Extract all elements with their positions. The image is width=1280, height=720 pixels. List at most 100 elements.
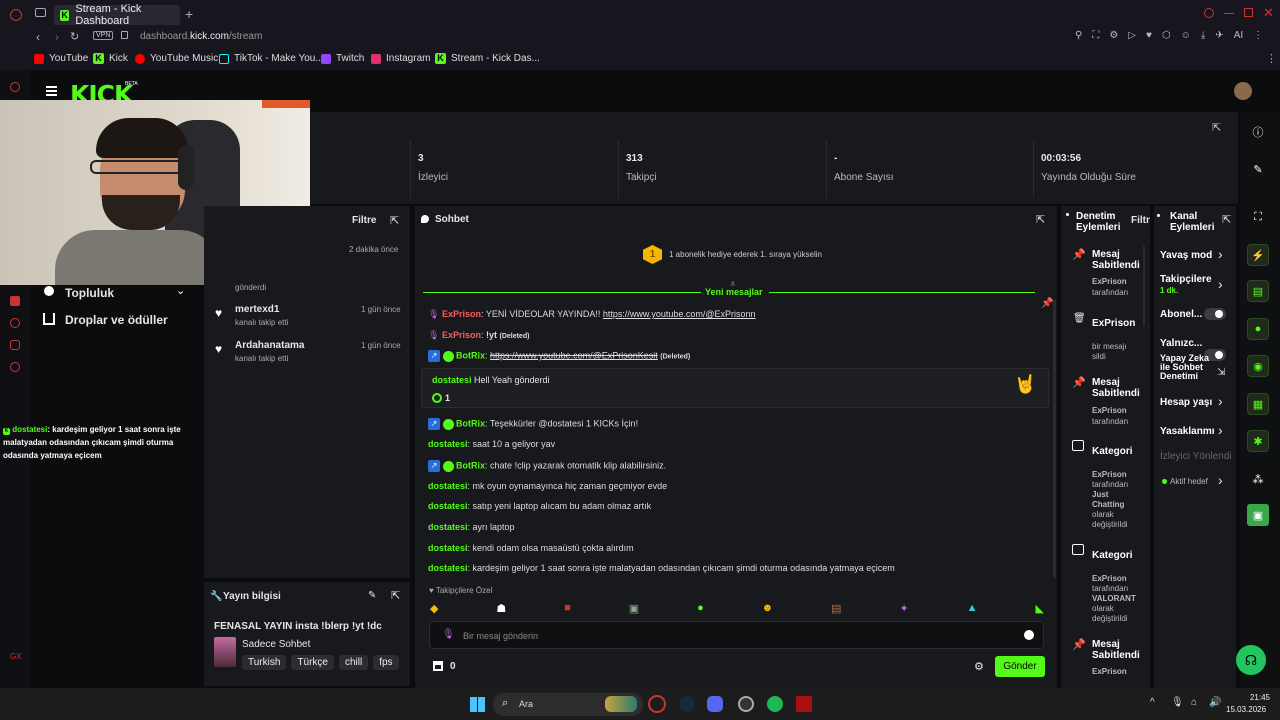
- subscribers-only-label[interactable]: Abonel...: [1160, 309, 1202, 320]
- mod-filter-button[interactable]: Filtre: [1131, 215, 1150, 226]
- activity-filter-button[interactable]: Filtre: [352, 215, 376, 226]
- broadcast-icon[interactable]: ◉: [1247, 355, 1269, 377]
- support-headset-icon[interactable]: ☊: [1236, 645, 1266, 675]
- emote-icon[interactable]: ●: [697, 602, 704, 614]
- aria-sidebar-icon[interactable]: [10, 82, 20, 92]
- edit-pencil-icon[interactable]: ✎: [1247, 158, 1269, 180]
- chat-username[interactable]: dostatesi: [428, 563, 468, 573]
- nav-community[interactable]: Topluluk: [65, 286, 114, 300]
- document-icon[interactable]: ▤: [1247, 280, 1269, 302]
- chat-input-placeholder[interactable]: Bir mesaj gönderin: [463, 631, 538, 641]
- mod-item-user[interactable]: ExPrison: [1092, 470, 1127, 480]
- settings-icon[interactable]: [10, 362, 20, 372]
- emote-icon[interactable]: ◣: [1035, 602, 1043, 615]
- chat-username[interactable]: ExPrison: [442, 330, 481, 340]
- back-icon[interactable]: ‹: [36, 30, 40, 44]
- discord-icon[interactable]: [707, 696, 723, 712]
- tag[interactable]: Turkish: [242, 655, 287, 670]
- tag[interactable]: fps: [373, 655, 399, 670]
- stream-category[interactable]: Sadece Sohbet: [242, 639, 310, 650]
- category-thumbnail[interactable]: [214, 637, 236, 667]
- profile-icon[interactable]: ☺: [1181, 30, 1191, 41]
- maximize-icon[interactable]: [1244, 8, 1253, 17]
- opera-taskbar-icon[interactable]: [648, 695, 666, 713]
- emote-icon[interactable]: ▣: [629, 602, 639, 615]
- emote-icon[interactable]: ■: [564, 602, 571, 614]
- ai-moderation-label[interactable]: Yapay Zeka ile Sohbet Denetimi: [1160, 354, 1210, 381]
- bookmark-youtube[interactable]: YouTube: [34, 53, 88, 64]
- vpn-badge[interactable]: VPN: [93, 31, 114, 40]
- mod-item-user[interactable]: ExPrison: [1092, 667, 1127, 677]
- emoji-icon[interactable]: [1024, 630, 1034, 640]
- bookmark-tiktok[interactable]: TikTok - Make You...: [219, 53, 324, 64]
- pin-icon[interactable]: ⚲: [1075, 30, 1082, 41]
- activity-user[interactable]: mertexd1: [235, 304, 279, 315]
- minimize-icon[interactable]: [1224, 13, 1234, 14]
- tag[interactable]: chill: [338, 655, 369, 670]
- chat-username[interactable]: dostatesi: [428, 543, 468, 553]
- history-icon[interactable]: [10, 318, 20, 328]
- banned-words-label[interactable]: Yasaklanmı: [1160, 426, 1214, 437]
- tray-chevron-icon[interactable]: ^: [1150, 697, 1155, 708]
- clock-date[interactable]: 15.03.2026: [1226, 705, 1266, 714]
- chevron-right-icon[interactable]: ›: [1218, 393, 1223, 409]
- apps-icon[interactable]: ⁂: [1247, 468, 1269, 490]
- emote-icon[interactable]: ☻: [762, 602, 774, 614]
- bookmark-instagram[interactable]: Instagram: [371, 53, 430, 64]
- lightning-icon[interactable]: ⚡: [1247, 244, 1269, 266]
- reload-icon[interactable]: ↻: [70, 30, 79, 43]
- chat-scrollbar[interactable]: [1053, 300, 1056, 578]
- bookmark-kick[interactable]: K Kick: [93, 53, 128, 64]
- sidebar-app-icon[interactable]: [10, 296, 20, 306]
- hype-text[interactable]: 1 abonelik hediye ederek 1. sıraya yükse…: [669, 250, 822, 259]
- tab-stream[interactable]: K Stream - Kick Dashboard: [54, 3, 180, 27]
- bookmark-youtube-music[interactable]: YouTube Music: [135, 53, 218, 64]
- messenger-icon[interactable]: [10, 340, 20, 350]
- network-icon[interactable]: ⌂: [1191, 697, 1197, 708]
- chat-username[interactable]: ExPrison: [442, 309, 481, 319]
- menu-icon[interactable]: ⋮: [1253, 30, 1263, 41]
- slow-mode-label[interactable]: Yavaş mod: [1160, 250, 1212, 261]
- mod-item-user[interactable]: ExPrison: [1092, 406, 1127, 416]
- layout-icon[interactable]: ▦: [1247, 393, 1269, 415]
- info-icon[interactable]: ⓘ: [1247, 121, 1269, 143]
- chevron-right-icon[interactable]: ›: [1218, 472, 1223, 488]
- chat-username[interactable]: dostatesi: [428, 522, 468, 532]
- chevron-down-icon[interactable]: ⌄: [176, 284, 185, 297]
- account-age-label[interactable]: Hesap yaşı: [1160, 397, 1212, 408]
- extension-icon[interactable]: ▣: [1247, 504, 1269, 526]
- chat-username[interactable]: BotRix: [456, 460, 485, 470]
- emote-icon[interactable]: ☗: [496, 602, 506, 615]
- chat-username[interactable]: BotRix: [456, 350, 485, 360]
- viewer-redirect-label[interactable]: İzleyici Yönlendi: [1160, 451, 1232, 462]
- tab-overview-icon[interactable]: [35, 8, 46, 17]
- aria-icon[interactable]: ✈: [1215, 30, 1223, 41]
- bookmark-twitch[interactable]: Twitch: [321, 53, 364, 64]
- spotify-icon[interactable]: [767, 696, 783, 712]
- steam-icon[interactable]: [679, 696, 695, 712]
- edit-pencil-icon[interactable]: ✎: [368, 590, 376, 601]
- emote-icon[interactable]: ◆: [430, 602, 438, 615]
- user-avatar[interactable]: [1234, 82, 1252, 100]
- search-tabs-icon[interactable]: [1204, 8, 1214, 18]
- store-icon[interactable]: [433, 661, 443, 671]
- snapshot-icon[interactable]: ⛶: [1092, 30, 1099, 41]
- bookmark-stream-kick[interactable]: K Stream - Kick Das...: [435, 53, 540, 64]
- chevron-right-icon[interactable]: ›: [1218, 246, 1223, 262]
- popout-icon[interactable]: ⇱: [391, 589, 400, 602]
- emote-icon[interactable]: ✦: [900, 602, 909, 615]
- heart-icon[interactable]: ♥: [1146, 30, 1152, 41]
- volume-icon[interactable]: 🔊: [1209, 697, 1221, 708]
- easy-setup-icon[interactable]: ⚙: [1109, 30, 1118, 41]
- hamburger-menu-icon[interactable]: [46, 86, 57, 88]
- mod-item-user[interactable]: ExPrison: [1092, 574, 1127, 584]
- chat-username[interactable]: dostatesi: [428, 439, 468, 449]
- chat-username[interactable]: dostatesi: [428, 481, 468, 491]
- windows-start-icon[interactable]: [470, 697, 485, 712]
- nav-drops[interactable]: Droplar ve ödüller: [65, 313, 168, 327]
- followers-only-label[interactable]: Takipçilere ...: [1160, 274, 1214, 285]
- gift-user[interactable]: dostatesi: [432, 375, 472, 385]
- mic-icon[interactable]: 🎙: [442, 629, 455, 640]
- wrench-icon[interactable]: ✱: [1247, 430, 1269, 452]
- external-link-icon[interactable]: ⇲: [1217, 367, 1225, 378]
